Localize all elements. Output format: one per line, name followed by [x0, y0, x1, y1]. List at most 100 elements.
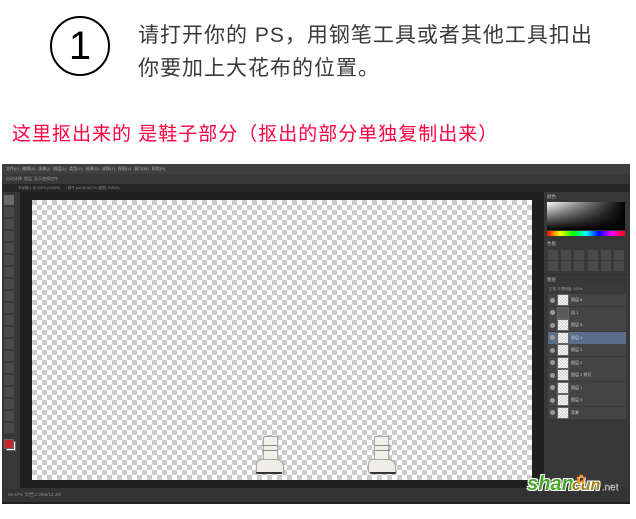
blur-tool-icon[interactable]	[4, 339, 14, 349]
layer-row[interactable]: 图层 0	[548, 394, 626, 406]
zoom-tool-icon[interactable]	[4, 423, 14, 433]
layer-row[interactable]: 图层 1	[548, 382, 626, 394]
lasso-tool-icon[interactable]	[4, 219, 14, 229]
hand-tool-icon[interactable]	[4, 411, 14, 421]
visibility-icon[interactable]	[550, 373, 555, 378]
adj-icon[interactable]	[614, 261, 624, 271]
marquee-tool-icon[interactable]	[4, 207, 14, 217]
adjustments-grid	[547, 249, 627, 272]
color-panel: 颜色	[544, 192, 630, 238]
layers-panel: 图层 正常 不透明度: 100% 图层 6 组 1 图层 5 图层 4 图层 3…	[544, 275, 630, 488]
history-brush-tool-icon[interactable]	[4, 303, 14, 313]
shoe-right	[370, 436, 396, 474]
visibility-icon[interactable]	[550, 410, 555, 415]
brush-tool-icon[interactable]	[4, 279, 14, 289]
visibility-icon[interactable]	[550, 298, 555, 303]
color-panel-title: 颜色	[547, 194, 627, 200]
layer-row[interactable]: 图层 3	[548, 344, 626, 356]
layer-name: 组 1	[571, 310, 578, 316]
crop-tool-icon[interactable]	[4, 243, 14, 253]
hue-slider[interactable]	[547, 231, 625, 236]
gradient-tool-icon[interactable]	[4, 327, 14, 337]
visibility-icon[interactable]	[550, 323, 555, 328]
transparent-canvas	[32, 200, 532, 480]
opt-autoselect[interactable]: 自动选择	[6, 176, 22, 182]
menu-window[interactable]: 窗口(W)	[134, 166, 148, 172]
layer-thumb	[557, 319, 569, 331]
path-tool-icon[interactable]	[4, 387, 14, 397]
adj-icon[interactable]	[601, 261, 611, 271]
layer-row[interactable]: 图层 2	[548, 357, 626, 369]
menu-view[interactable]: 视图(V)	[118, 166, 131, 172]
layer-row[interactable]: 图层 5	[548, 319, 626, 331]
layer-options: 正常 不透明度: 100%	[547, 285, 627, 293]
visibility-icon[interactable]	[550, 310, 555, 315]
fg-bg-color[interactable]	[4, 439, 16, 451]
swatches-panel: 色板	[544, 239, 630, 274]
menu-filter[interactable]: 滤镜(T)	[102, 166, 115, 172]
layer-thumb	[557, 357, 569, 369]
visibility-icon[interactable]	[550, 398, 555, 403]
highlight-note: 这里抠出来的 是鞋子部分（抠出的部分单独复制出来）	[0, 109, 636, 164]
layer-row[interactable]: 组 1	[548, 307, 626, 319]
adj-icon[interactable]	[548, 261, 558, 271]
eyedropper-tool-icon[interactable]	[4, 255, 14, 265]
visibility-icon[interactable]	[550, 385, 555, 390]
pen-tool-icon[interactable]	[4, 363, 14, 373]
status-bar: 66.67% 文档:2.25M/12.4M	[2, 488, 630, 502]
layer-thumb	[557, 407, 569, 419]
shape-tool-icon[interactable]	[4, 399, 14, 409]
layer-row[interactable]: 图层 6	[548, 294, 626, 306]
adj-icon[interactable]	[574, 250, 584, 260]
menu-type[interactable]: 类型(Y)	[69, 166, 82, 172]
adj-icon[interactable]	[561, 261, 571, 271]
move-tool-icon[interactable]	[4, 195, 14, 205]
layer-name: 图层 1	[571, 385, 582, 391]
visibility-icon[interactable]	[550, 348, 555, 353]
layer-row[interactable]: 图层 2 拷贝	[548, 369, 626, 381]
menu-file[interactable]: 文件(F)	[6, 166, 19, 172]
menu-layer[interactable]: 图层(L)	[53, 166, 66, 172]
layer-row[interactable]: 图层 4	[548, 332, 626, 344]
opt-layer[interactable]: 图层	[24, 176, 32, 182]
adj-icon[interactable]	[588, 250, 598, 260]
menu-edit[interactable]: 编辑(E)	[22, 166, 35, 172]
visibility-icon[interactable]	[550, 335, 555, 340]
adj-icon[interactable]	[614, 250, 624, 260]
tools-panel	[2, 192, 20, 488]
right-panels: 颜色 色板 图层 正常 不透明度: 100% 图层 6 组 1 图层 5 图层 …	[544, 192, 630, 488]
eraser-tool-icon[interactable]	[4, 315, 14, 325]
layer-name: 图层 3	[571, 347, 582, 353]
adj-icon[interactable]	[561, 250, 571, 260]
adj-icon[interactable]	[601, 250, 611, 260]
visibility-icon[interactable]	[550, 360, 555, 365]
layer-thumb	[557, 382, 569, 394]
layer-name: 图层 2 拷贝	[571, 372, 591, 378]
type-tool-icon[interactable]	[4, 375, 14, 385]
tab-doc-2[interactable]: 鞋子.psd @ 66.7% (图层, RGB/8)	[68, 186, 120, 191]
layer-name: 图层 4	[571, 335, 582, 341]
step-instruction: 请打开你的 PS，用钢笔工具或者其他工具扣出你要加上大花布的位置。	[138, 16, 596, 85]
canvas-area[interactable]	[20, 192, 544, 488]
adj-icon[interactable]	[548, 250, 558, 260]
dodge-tool-icon[interactable]	[4, 351, 14, 361]
opt-transform[interactable]: 显示变换控件	[34, 176, 58, 182]
tab-doc-1[interactable]: 未标题-1 @ 100% (RGB/8)	[18, 186, 60, 191]
menu-image[interactable]: 图像(I)	[38, 166, 50, 172]
layer-row[interactable]: 背景	[548, 407, 626, 419]
menu-select[interactable]: 选择(S)	[85, 166, 98, 172]
layer-name: 图层 2	[571, 360, 582, 366]
layer-thumb	[557, 332, 569, 344]
menu-help[interactable]: 帮助(H)	[152, 166, 166, 172]
options-bar: 自动选择 图层 显示变换控件	[2, 174, 630, 184]
stamp-tool-icon[interactable]	[4, 291, 14, 301]
color-picker[interactable]	[547, 202, 625, 230]
heal-tool-icon[interactable]	[4, 267, 14, 277]
blend-mode[interactable]: 正常	[549, 287, 556, 292]
photoshop-screenshot: 文件(F) 编辑(E) 图像(I) 图层(L) 类型(Y) 选择(S) 滤镜(T…	[2, 164, 630, 504]
adj-icon[interactable]	[574, 261, 584, 271]
opacity-field[interactable]: 不透明度: 100%	[558, 287, 583, 292]
adj-icon[interactable]	[588, 261, 598, 271]
swatches-title: 色板	[547, 241, 627, 247]
wand-tool-icon[interactable]	[4, 231, 14, 241]
